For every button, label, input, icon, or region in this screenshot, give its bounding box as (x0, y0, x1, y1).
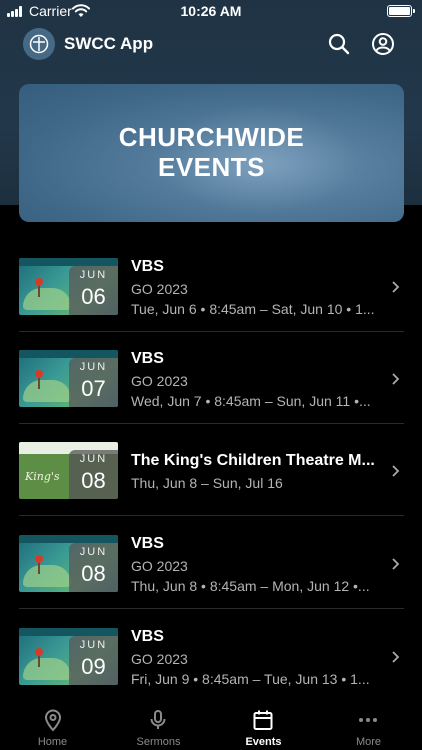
date-tile: JUN 09 (69, 636, 118, 685)
date-month: JUN (79, 453, 108, 465)
event-title: The King's Children Theatre M... (131, 452, 375, 469)
event-title: VBS (131, 535, 164, 552)
chevron-right-icon (392, 558, 400, 570)
tab-more[interactable]: More (316, 700, 421, 750)
date-tile: JUN 08 (69, 450, 118, 499)
app-title: SWCC App (64, 34, 154, 53)
battery-icon (387, 5, 415, 17)
event-row[interactable]: King's JUN 08 The King's Children Theatr… (0, 424, 422, 516)
microphone-icon (150, 710, 166, 729)
status-bar: Carrier 10:26 AM (0, 0, 422, 24)
event-thumbnail: JUN 07 (19, 350, 118, 407)
calendar-icon (253, 710, 273, 730)
chevron-right-icon (392, 465, 400, 477)
event-dates: Thu, Jun 8 • 8:45am – Mon, Jun 12 •... (131, 578, 370, 594)
hero-banner: CHURCHWIDE EVENTS (19, 84, 404, 222)
divider (19, 608, 404, 609)
location-pin-icon (44, 709, 62, 732)
tab-sermons[interactable]: Sermons (106, 700, 211, 750)
more-dots-icon (359, 718, 377, 722)
date-month: JUN (79, 269, 108, 281)
chevron-right-icon (392, 281, 400, 293)
date-tile: JUN 07 (69, 358, 118, 407)
event-subtitle: GO 2023 (131, 281, 188, 297)
date-month: JUN (79, 546, 108, 558)
account-circle-icon[interactable] (371, 32, 395, 56)
date-month: JUN (79, 361, 108, 373)
event-row[interactable]: JUN 07 VBS GO 2023 Wed, Jun 7 • 8:45am –… (0, 332, 422, 424)
date-day: 08 (81, 561, 106, 586)
chevron-right-icon (392, 651, 400, 663)
search-icon[interactable] (327, 32, 351, 56)
date-day: 06 (81, 284, 106, 309)
app-bar: SWCC App (0, 24, 422, 64)
date-day: 07 (81, 376, 106, 401)
event-subtitle: GO 2023 (131, 651, 188, 667)
event-thumbnail: JUN 08 (19, 535, 118, 592)
tab-bar: Home Sermons Events More (0, 700, 422, 750)
event-thumbnail: JUN 09 (19, 628, 118, 685)
divider (19, 515, 404, 516)
event-row[interactable]: JUN 08 VBS GO 2023 Thu, Jun 8 • 8:45am –… (0, 517, 422, 609)
status-time: 10:26 AM (180, 3, 242, 19)
tab-label: Sermons (136, 736, 181, 748)
tab-home[interactable]: Home (0, 700, 105, 750)
event-thumbnail: King's JUN 08 (19, 442, 118, 499)
event-title: VBS (131, 350, 164, 367)
date-tile: JUN 06 (69, 266, 118, 315)
event-dates: Wed, Jun 7 • 8:45am – Sun, Jun 11 •... (131, 393, 371, 409)
event-title: VBS (131, 628, 164, 645)
event-dates: Fri, Jun 9 • 8:45am – Tue, Jun 13 • 1... (131, 671, 370, 687)
date-tile: JUN 08 (69, 543, 118, 592)
event-dates: Thu, Jun 8 – Sun, Jul 16 (131, 475, 283, 491)
event-thumbnail: JUN 06 (19, 258, 118, 315)
tab-events[interactable]: Events (211, 700, 316, 750)
tab-label: Home (37, 736, 68, 748)
event-subtitle: GO 2023 (131, 373, 188, 389)
tab-label: More (355, 736, 382, 748)
chevron-right-icon (392, 373, 400, 385)
event-row[interactable]: JUN 06 VBS GO 2023 Tue, Jun 6 • 8:45am –… (0, 240, 422, 332)
thumbnail-text: King's (25, 470, 60, 483)
event-title: VBS (131, 258, 164, 275)
date-day: 09 (81, 654, 106, 679)
cross-circle-icon (23, 28, 55, 60)
hero-title-line-1: CHURCHWIDE (118, 122, 305, 152)
date-month: JUN (79, 639, 108, 651)
event-row[interactable]: JUN 09 VBS GO 2023 Fri, Jun 9 • 8:45am –… (0, 610, 422, 702)
hero-title-line-2: EVENTS (157, 152, 266, 182)
hero-title: CHURCHWIDE EVENTS (19, 122, 404, 182)
tab-label: Events (245, 736, 282, 748)
event-subtitle: GO 2023 (131, 558, 188, 574)
date-day: 08 (81, 468, 106, 493)
event-dates: Tue, Jun 6 • 8:45am – Sat, Jun 10 • 1... (131, 301, 375, 317)
